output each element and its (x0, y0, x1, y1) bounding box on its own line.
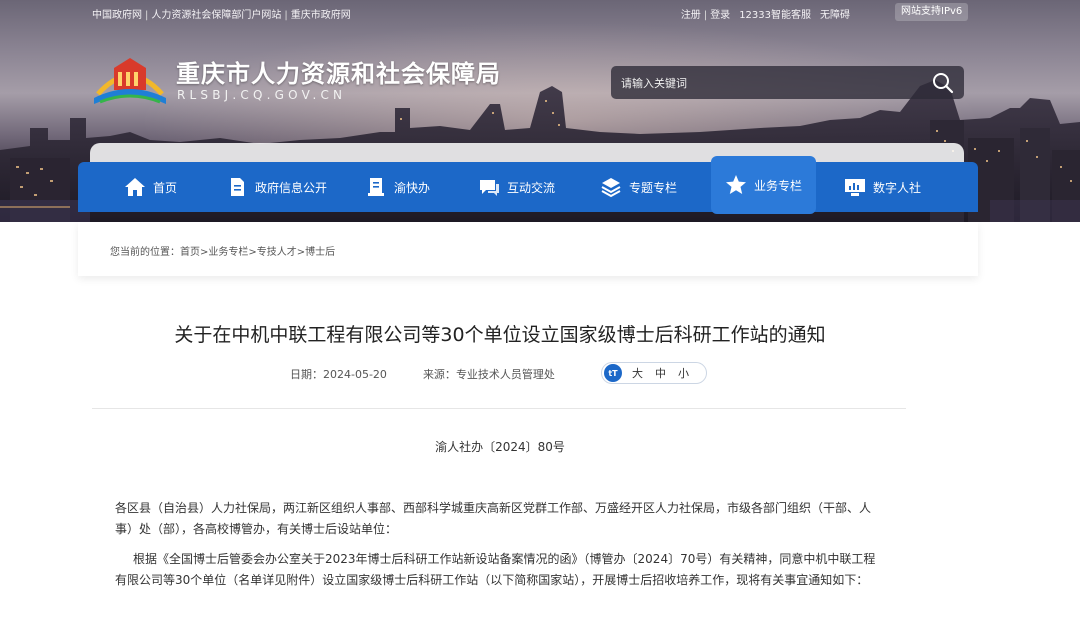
nav-item-special[interactable]: 专题专栏 (600, 162, 677, 212)
article-meta: 日期：2024-05-20 来源：专业技术人员管理处 (290, 366, 555, 382)
breadcrumb-home[interactable]: 首页 (180, 247, 200, 258)
article-title: 关于在中机中联工程有限公司等30个单位设立国家级博士后科研工作站的通知 (174, 324, 826, 346)
top-right-links: 注册 | 登录 12333智能客服 无障碍 (681, 6, 850, 21)
register-link[interactable]: 注册 (681, 10, 701, 21)
font-size-icon: tT (604, 364, 622, 382)
nav-label: 数字人社 (873, 180, 922, 195)
top-bar: 中国政府网 | 人力资源社会保障部门户网站 | 重庆市政府网 注册 | 登录 12333智能客… (0, 0, 1080, 26)
nav-item-gov-info[interactable]: 政府信息公开 (226, 162, 327, 212)
login-link[interactable]: 登录 (710, 10, 730, 21)
font-size-medium[interactable]: 中 (655, 365, 666, 381)
link-mohrss[interactable]: 人力资源社会保障部门户网站 (151, 10, 281, 21)
document-number: 渝人社办〔2024〕80号 (435, 440, 565, 454)
top-left-links: 中国政府网 | 人力资源社会保障部门户网站 | 重庆市政府网 (92, 6, 351, 21)
ipv6-badge: 网站支持IPv6 (895, 3, 969, 21)
search-box (611, 66, 964, 99)
service-link[interactable]: 12333智能客服 (739, 10, 811, 21)
font-size-switcher: tT 大 中 小 (601, 362, 707, 384)
link-cq-gov[interactable]: 重庆市政府网 (291, 10, 351, 21)
main-nav: 首页 政府信息公开 渝快办 互动交流 专题专栏 业务专栏 数字人社 (78, 156, 978, 214)
divider (92, 408, 906, 409)
breadcrumb-panel: 您当前的位置：首页>业务专栏>专技人才>博士后 (78, 222, 978, 276)
monitor-icon (845, 179, 865, 196)
nav-item-interaction[interactable]: 互动交流 (478, 162, 555, 212)
breadcrumb-postdoc[interactable]: 博士后 (305, 247, 335, 258)
layers-icon (601, 178, 621, 198)
document-icon (231, 178, 244, 196)
nav-label: 首页 (153, 180, 178, 195)
article-paragraph: 根据《全国博士后管委会办公室关于2023年博士后科研工作站新设站备案情况的函》（… (115, 552, 876, 587)
site-title: 重庆市人力资源和社会保障局 (176, 60, 501, 88)
link-gov-cn[interactable]: 中国政府网 (92, 10, 142, 21)
article-paragraph: 各区县（自治县）人力社保局，两江新区组织人事部、西部科学城重庆高新区党群工作部、… (115, 501, 872, 536)
logo-icon (94, 58, 166, 104)
breadcrumb-prefix: 您当前的位置： (110, 247, 180, 258)
nav-item-digital[interactable]: 数字人社 (844, 162, 921, 212)
home-icon (125, 178, 145, 196)
search-input[interactable] (621, 74, 911, 92)
nav-item-home[interactable]: 首页 (124, 162, 177, 212)
date-value: 2024-05-20 (323, 368, 387, 381)
nav-label: 专题专栏 (629, 180, 678, 195)
source-value: 专业技术人员管理处 (455, 368, 555, 381)
nav-label: 政府信息公开 (255, 180, 328, 195)
breadcrumb-business[interactable]: 业务专栏 (208, 247, 248, 258)
date-label: 日期： (290, 368, 323, 381)
site-domain: RLSBJ.CQ.GOV.CN (177, 88, 347, 102)
nav-label: 业务专栏 (754, 178, 803, 193)
font-size-small[interactable]: 小 (678, 365, 689, 381)
breadcrumb: 您当前的位置：首页>业务专栏>专技人才>博士后 (110, 247, 336, 258)
separator: | (284, 10, 288, 21)
search-icon[interactable] (930, 70, 956, 96)
breadcrumb-talent[interactable]: 专技人才 (257, 247, 297, 258)
nav-label: 互动交流 (507, 180, 556, 195)
nav-item-yukuaiban[interactable]: 渝快办 (365, 162, 430, 212)
source-label: 来源： (422, 368, 456, 381)
book-icon (368, 178, 384, 196)
accessibility-link[interactable]: 无障碍 (820, 10, 850, 21)
nav-item-business[interactable]: 业务专栏 (711, 156, 817, 214)
separator: | (703, 10, 708, 21)
chat-icon (480, 180, 499, 196)
font-size-large[interactable]: 大 (632, 365, 643, 381)
separator: | (145, 10, 149, 21)
star-icon (726, 175, 746, 194)
nav-label: 渝快办 (394, 180, 431, 195)
